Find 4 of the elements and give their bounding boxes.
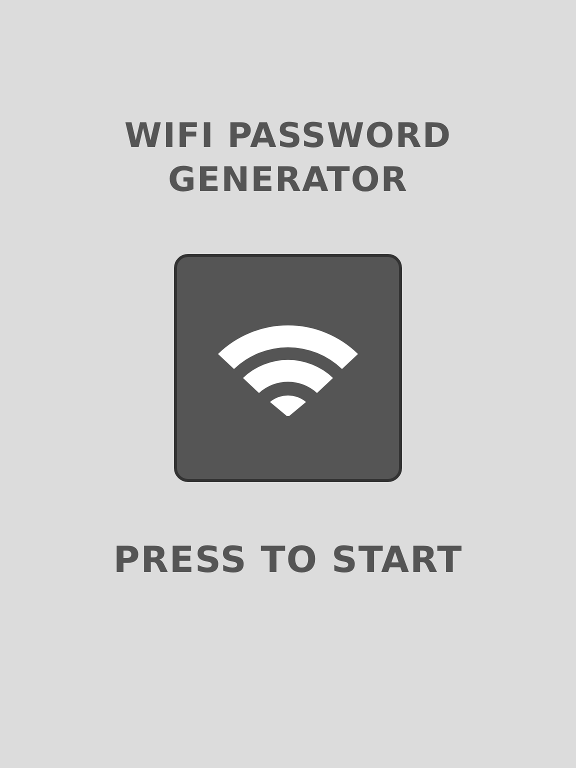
app-title: GENERATOR [168, 159, 408, 202]
start-prompt[interactable]: PRESS TO START [113, 534, 463, 588]
app-title: WIFI PASSWORD [124, 115, 452, 158]
wifi-button[interactable] [174, 254, 402, 482]
